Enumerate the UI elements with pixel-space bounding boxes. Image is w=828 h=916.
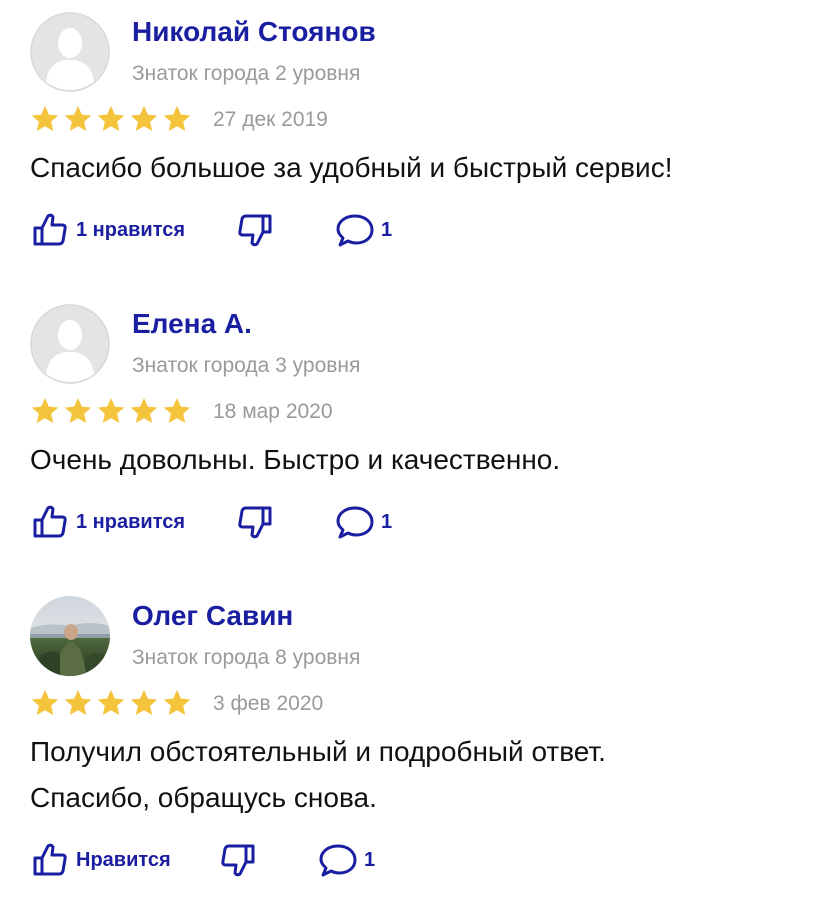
photo-avatar-icon [30,596,110,676]
placeholder-avatar-icon [30,12,110,92]
review-card: Елена А. Знаток города 3 уровня 18 мар 2… [0,304,828,554]
like-count-label: Нравится [76,848,171,871]
author-name[interactable]: Николай Стоянов [132,16,376,48]
star-icon [162,104,192,138]
star-icon [30,396,60,430]
star-icon [162,688,192,722]
star-icon [63,688,93,722]
review-text-line: Спасибо большое за удобный и быстрый сер… [30,152,673,183]
rating-stars [30,104,192,138]
like-button[interactable]: 1 нравится [30,208,185,252]
comment-count: 1 [381,218,393,241]
star-icon [63,104,93,138]
like-button[interactable]: 1 нравится [30,500,185,544]
star-icon [129,396,159,430]
comment-count: 1 [381,510,393,533]
review-date: 18 мар 2020 [213,400,333,423]
thumbs-up-icon [33,505,67,538]
user-avatar[interactable] [30,304,110,384]
review-actions: 1 нравится 1 [30,500,450,544]
user-avatar[interactable] [30,12,110,92]
comment-bubble-icon [319,844,357,877]
dislike-button[interactable] [235,500,275,544]
review-date: 27 дек 2019 [213,108,328,131]
thumbs-down-icon [221,844,255,877]
like-count-label: 1 нравится [76,218,186,241]
like-count-label: 1 нравится [76,510,186,533]
star-icon [30,688,60,722]
comment-count: 1 [364,848,376,871]
thumbs-up-icon [33,213,67,246]
star-icon [30,104,60,138]
thumbs-down-icon [238,506,272,539]
star-icon [96,396,126,430]
author-name[interactable]: Елена А. [132,308,252,340]
author-level: Знаток города 3 уровня [132,354,361,377]
star-icon [129,104,159,138]
star-icon [96,104,126,138]
author-level: Знаток города 2 уровня [132,62,361,85]
thumbs-up-icon [33,843,67,876]
review-text-line: Очень довольны. Быстро и качественно. [30,444,561,475]
thumbs-down-icon [238,214,272,247]
review-text-line: Получил обстоятельный и подробный ответ. [30,736,606,767]
star-icon [162,396,192,430]
comment-bubble-icon [336,506,374,539]
dislike-button[interactable] [235,208,275,252]
like-button[interactable]: Нравится [30,838,171,882]
comments-button[interactable]: 1 [335,208,392,252]
rating-stars [30,396,192,430]
placeholder-avatar-icon [30,304,110,384]
review-card: Олег Савин Знаток города 8 уровня 3 фев … [0,596,828,896]
review-text: Получил обстоятельный и подробный ответ.… [30,729,606,821]
review-text: Спасибо большое за удобный и быстрый сер… [30,145,672,191]
review-actions: 1 нравится 1 [30,208,450,252]
rating-stars [30,688,192,722]
review-date: 3 фев 2020 [213,692,324,715]
comment-bubble-icon [336,214,374,247]
star-icon [129,688,159,722]
author-level: Знаток города 8 уровня [132,646,361,669]
dislike-button[interactable] [218,838,258,882]
review-card: Николай Стоянов Знаток города 2 уровня 2… [0,12,828,262]
review-text: Очень довольны. Быстро и качественно. [30,437,560,483]
user-avatar[interactable] [30,596,110,676]
star-icon [96,688,126,722]
review-actions: Нравится 1 [30,838,450,882]
comments-button[interactable]: 1 [318,838,375,882]
comments-button[interactable]: 1 [335,500,392,544]
review-text-line: Спасибо, обращусь снова. [30,782,377,813]
author-name[interactable]: Олег Савин [132,600,293,632]
star-icon [63,396,93,430]
